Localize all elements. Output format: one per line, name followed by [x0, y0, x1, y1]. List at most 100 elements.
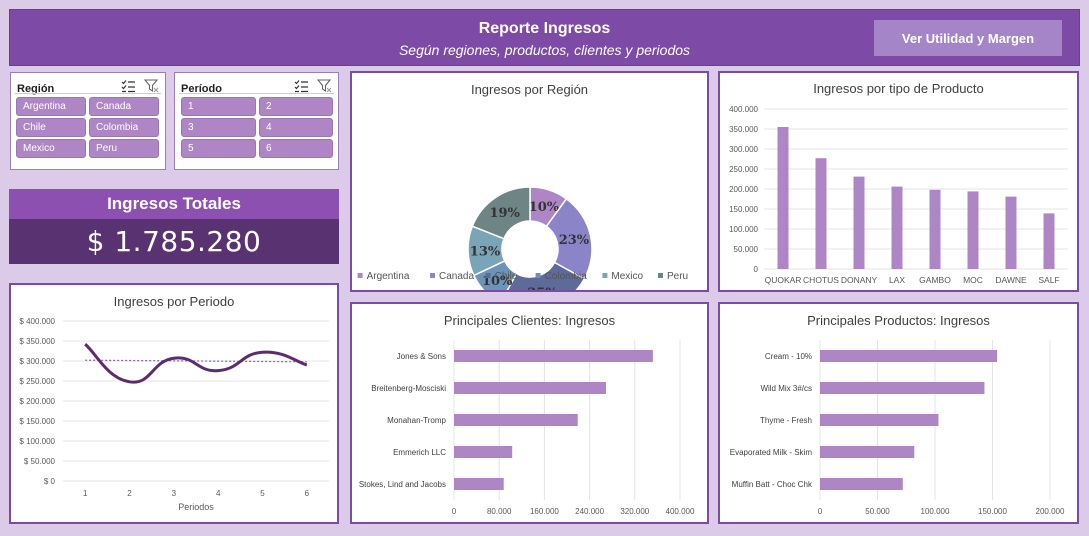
y-tick-label: 400.000 [729, 105, 758, 114]
x-tick-label: 5 [260, 489, 265, 498]
region-item-canada[interactable]: Canada [89, 97, 159, 116]
periodo-item-6[interactable]: 6 [259, 139, 333, 158]
x-tick-label: 80.000 [487, 507, 512, 516]
legend-swatch [658, 273, 663, 278]
y-tick-label: 200.000 [729, 185, 758, 194]
bar-donany [853, 176, 865, 269]
donut-data-label: 13% [470, 244, 501, 259]
bar-stokes-lind-and-jacobs [454, 478, 504, 490]
periodo-line-chart: $ 0 $ 50.000 $ 100.000 $ 150.000 $ 200.000 $ … [19, 317, 329, 512]
y-tick-label: Cream - 10% [765, 352, 812, 361]
periodo-item-5[interactable]: 5 [181, 139, 256, 158]
bar-emmerich-llc [454, 446, 513, 458]
x-tick-label: 240.000 [575, 507, 604, 516]
y-tick-label: Muffin Batt - Choc Chk [732, 480, 813, 489]
bar-breitenberg-mosciski [454, 382, 606, 394]
bar-quokar [777, 127, 789, 269]
x-tick-label: 400.000 [666, 507, 695, 516]
x-tick-label: 160.000 [530, 507, 559, 516]
bar-gambo [929, 189, 941, 269]
multi-select-icon[interactable] [121, 79, 136, 93]
donut-data-label: 10% [529, 200, 560, 215]
region-item-peru[interactable]: Peru [89, 139, 159, 158]
clear-filter-icon[interactable] [317, 79, 332, 93]
bar-lax [891, 186, 903, 269]
bar-cream-10- [820, 350, 998, 362]
periodo-item-4[interactable]: 4 [259, 118, 333, 137]
bar-chotus [815, 158, 827, 269]
y-tick-label: $ 100.000 [19, 437, 55, 446]
producto-chart-panel: Ingresos por tipo de Producto 0 50.000 100… [718, 71, 1079, 292]
y-tick-label: Thyme - Fresh [760, 416, 812, 425]
y-tick-label: Wild Mix 3#/cs [760, 384, 812, 393]
x-tick-label: LAX [889, 275, 905, 285]
donut-data-label: 19% [489, 206, 520, 221]
report-header: Reporte Ingresos Según regiones, product… [9, 9, 1080, 66]
x-tick-label: DAWNE [995, 275, 1027, 285]
y-tick-label: 0 [754, 265, 759, 274]
y-tick-label: $ 250.000 [19, 377, 55, 386]
y-tick-label: 350.000 [729, 125, 758, 134]
region-slicer-divider [15, 93, 161, 94]
legend-swatch [535, 273, 541, 278]
legend-swatch [357, 273, 363, 278]
ver-utilidad-button[interactable]: Ver Utilidad y Margen [874, 20, 1062, 56]
x-tick-label: 150.000 [978, 507, 1007, 516]
legend-item-argentina: Argentina [367, 271, 410, 282]
bar-moc [967, 191, 979, 269]
multi-select-icon[interactable] [294, 79, 309, 93]
periodo-item-3[interactable]: 3 [181, 118, 256, 137]
legend-item-colombia: Colombia [545, 271, 588, 282]
periodo-slicer-divider [179, 93, 334, 94]
bar-thyme-fresh [820, 414, 939, 426]
x-tick-label: 200.000 [1036, 507, 1065, 516]
donut-data-label: 25% [527, 286, 558, 290]
x-tick-label: 100.000 [921, 507, 950, 516]
x-tick-label: 1 [83, 489, 88, 498]
region-item-colombia[interactable]: Colombia [89, 118, 159, 137]
bar-evaporated-milk-skim [820, 446, 915, 458]
x-tick-label: 0 [452, 507, 457, 516]
y-tick-label: 300.000 [729, 145, 758, 154]
y-tick-label: 150.000 [729, 205, 758, 214]
region-donut-chart: 10%23%25%10%13%19%ArgentinaCanadaChileCo… [357, 186, 688, 290]
x-tick-label: DONANY [841, 275, 878, 285]
clientes-chart-panel: Principales Clientes: Ingresos 0 80.000 16… [350, 302, 709, 524]
legend-swatch [485, 273, 491, 278]
legend-swatch [430, 273, 435, 278]
y-tick-label: $ 200.000 [19, 397, 55, 406]
bar-salf [1043, 213, 1055, 269]
y-tick-label: $ 300.000 [19, 357, 55, 366]
bar-dawne [1005, 196, 1017, 269]
region-slicer: Región Argentina Canada Chile Colombia M… [10, 72, 166, 170]
region-item-argentina[interactable]: Argentina [16, 97, 86, 116]
y-tick-label: $ 50.000 [24, 457, 56, 466]
y-tick-label: Evaporated Milk - Skim [730, 448, 813, 457]
clear-filter-icon[interactable] [144, 79, 159, 93]
bar-jones-sons [454, 350, 653, 362]
x-tick-label: 4 [216, 489, 221, 498]
periodo-item-2[interactable]: 2 [259, 97, 333, 116]
y-tick-label: Breitenberg-Mosciski [371, 384, 446, 393]
y-tick-label: $ 400.000 [19, 317, 55, 326]
y-tick-label: 50.000 [734, 245, 759, 254]
region-chart-panel: Ingresos por Región 10%23%25%10%13%19%Ar… [350, 71, 709, 292]
y-tick-label: Monahan-Tromp [387, 416, 446, 425]
legend-item-peru: Peru [667, 271, 688, 282]
x-tick-label: 0 [818, 507, 823, 516]
x-tick-label: 320.000 [620, 507, 649, 516]
region-item-mexico[interactable]: Mexico [16, 139, 86, 158]
x-tick-label: SALF [1038, 275, 1059, 285]
x-tick-label: 3 [172, 489, 177, 498]
productos-top-chart-panel: Principales Productos: Ingresos 0 50.000 1… [718, 302, 1079, 524]
region-item-chile[interactable]: Chile [16, 118, 86, 137]
legend-item-chile: Chile [495, 271, 518, 282]
x-tick-label: 6 [305, 489, 310, 498]
periodo-item-1[interactable]: 1 [181, 97, 256, 116]
kpi-title: Ingresos Totales [9, 189, 339, 219]
y-tick-label: 250.000 [729, 165, 758, 174]
legend-swatch [602, 273, 608, 278]
y-tick-label: $ 350.000 [19, 337, 55, 346]
x-axis-label: Periodos [178, 502, 214, 512]
y-tick-label: Emmerich LLC [393, 448, 446, 457]
